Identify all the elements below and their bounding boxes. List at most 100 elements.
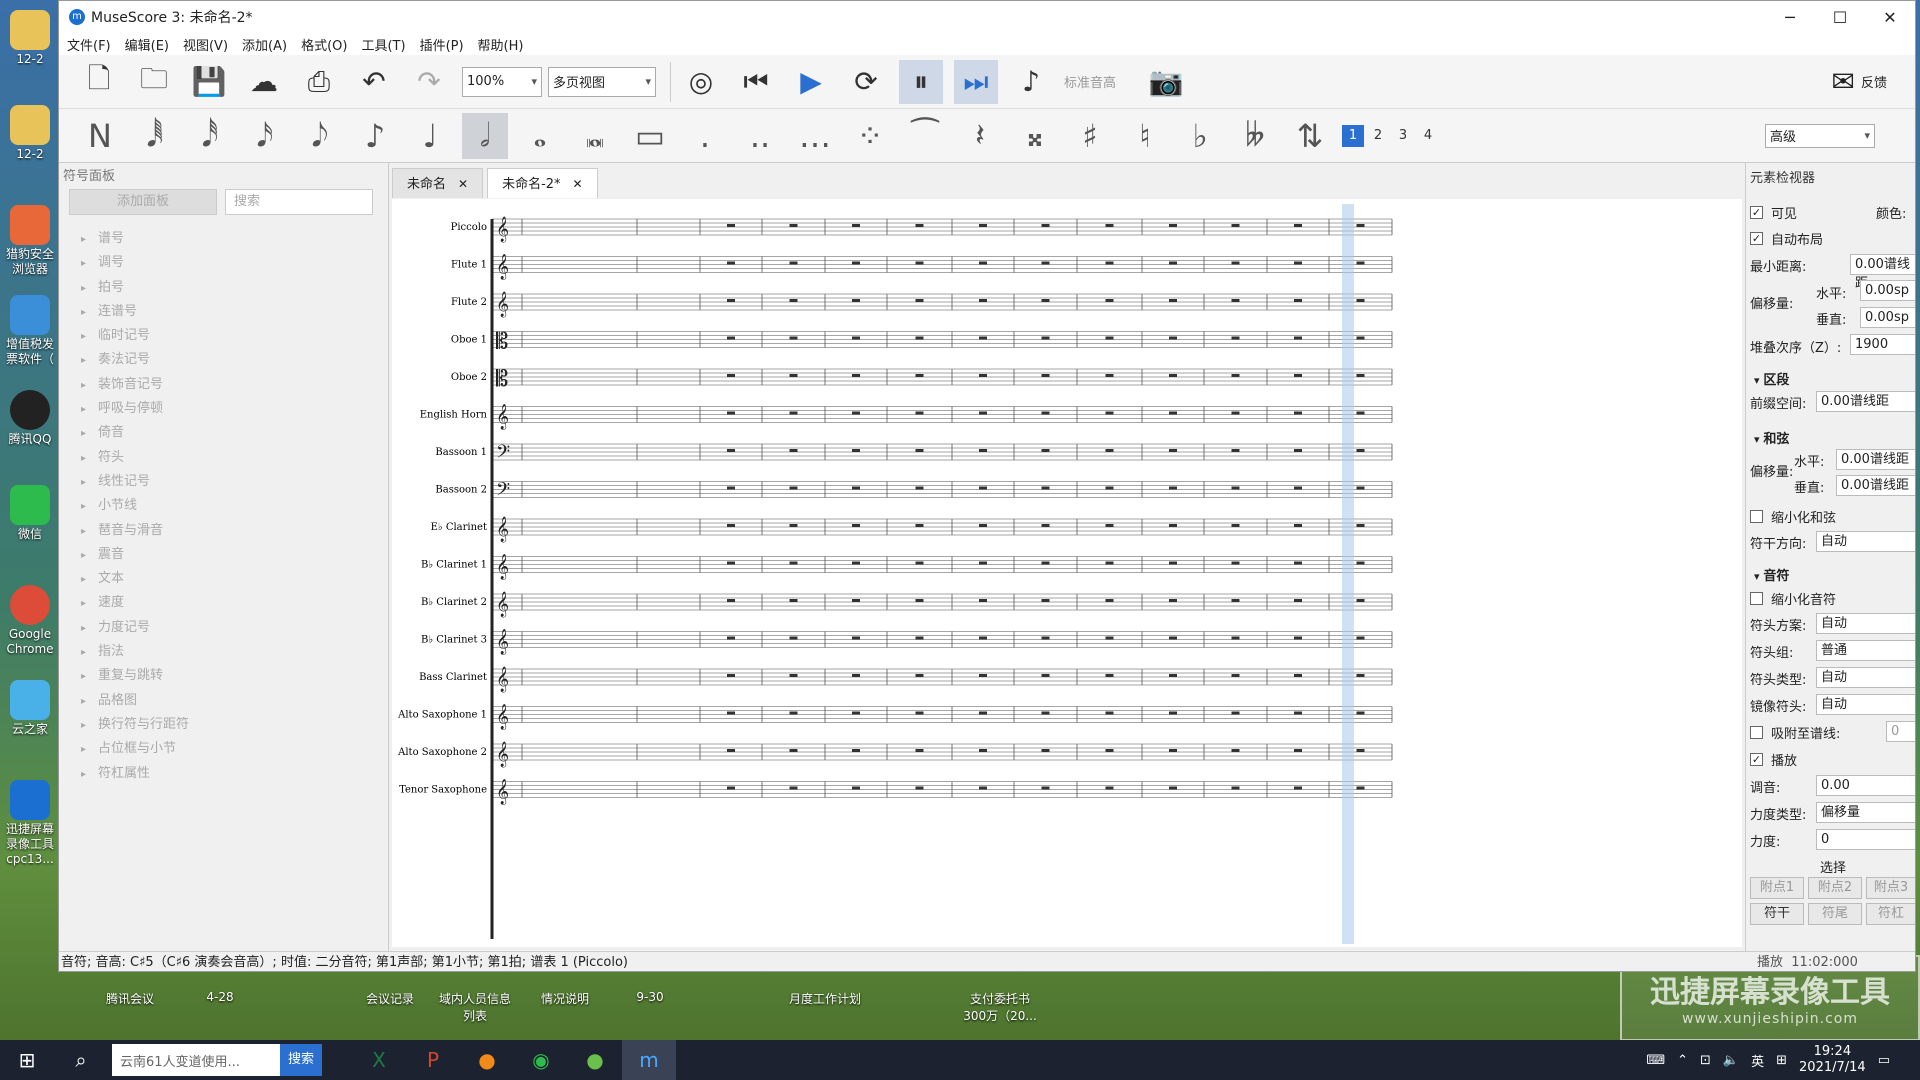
desktop-icon-folder[interactable]: 12-2 [4,105,56,162]
musescore-taskbar-icon[interactable]: m [622,1040,676,1080]
select-hook-button[interactable]: 符尾 [1808,903,1862,925]
palette-item[interactable]: 临时记号 [81,324,388,348]
palette-item[interactable]: 换行符与行距符 [81,713,388,737]
tuning-field[interactable]: 0.00 [1816,775,1915,796]
palette-item[interactable]: 线性记号 [81,470,388,494]
fix-to-line-checkbox[interactable]: 吸附至谱线: [1750,723,1840,742]
voice-4-button[interactable]: 4 [1417,125,1439,147]
tab-untitled[interactable]: 未命名 ✕ [392,168,484,198]
menu-help[interactable]: 帮助(H) [478,35,524,54]
staff[interactable]: 𝄞 [492,216,1393,242]
select-dot2-button[interactable]: 附点2 [1808,877,1862,899]
view-mode-select[interactable]: 多页视图 [548,66,656,97]
staff[interactable]: 𝄞 [492,779,1393,805]
network-icon[interactable]: ⊡ [1700,1053,1711,1068]
flip-direction-icon[interactable]: ⇅ [1287,113,1333,159]
palette-item[interactable]: 速度 [81,591,388,615]
desktop-icon-recorder[interactable]: 迅捷屏幕录像工具cpc13... [4,780,56,867]
note-breve-icon[interactable]: 𝅜 [572,113,618,159]
palette-item[interactable]: 奏法记号 [81,348,388,372]
menu-file[interactable]: 文件(F) [67,35,111,54]
excel-icon[interactable]: X [352,1040,406,1080]
min-distance-field[interactable]: 0.00谱线距 [1850,254,1915,291]
menu-plugins[interactable]: 插件(P) [420,35,464,54]
desktop-icon-file[interactable]: 会议记录 [355,990,425,1007]
redo-icon[interactable]: ↷ [407,60,451,104]
desktop-icon-file[interactable]: 9-30 [625,990,675,1004]
instrument-name[interactable]: Bass Clarinet [419,672,487,683]
close-tab-icon[interactable]: ✕ [573,177,583,191]
auto-layout-checkbox[interactable]: ✓ 自动布局 [1750,229,1823,248]
palette-item[interactable]: 文本 [81,567,388,591]
close-tab-icon[interactable]: ✕ [458,177,468,191]
desktop-icon-browser[interactable]: 猎豹安全浏览器 [4,205,56,277]
palette-item[interactable]: 呼吸与停顿 [81,397,388,421]
palette-item[interactable]: 品格图 [81,689,388,713]
palette-item[interactable]: 连谱号 [81,300,388,324]
staff[interactable]: 𝄡 [492,330,1393,355]
small-note-checkbox[interactable]: 缩小化音符 [1750,589,1836,608]
loop-icon[interactable]: ⟳ [844,60,888,104]
zoom-select[interactable]: 100% [462,66,542,97]
select-stem-button[interactable]: 符干 [1750,903,1804,925]
double-dot-icon[interactable]: .. [737,113,783,159]
offset-v-field[interactable]: 0.00sp [1860,307,1915,328]
note-eighth-icon[interactable]: ♪ [352,113,398,159]
dot-icon[interactable]: . [682,113,728,159]
ime-indicator[interactable]: 英 [1751,1051,1764,1070]
leading-space-field[interactable]: 0.00谱线距 [1816,391,1915,412]
quad-dot-icon[interactable]: ⁘ [847,113,893,159]
desktop-icon-file[interactable]: 支付委托书300万（20... [960,990,1040,1024]
palette-item[interactable]: 指法 [81,640,388,664]
segment-section[interactable]: 区段 [1754,369,1789,388]
menu-edit[interactable]: 编辑(E) [125,35,169,54]
maximize-button[interactable]: ☐ [1815,8,1865,27]
note-longa-icon[interactable]: ▭ [627,113,673,159]
triple-dot-icon[interactable]: … [792,113,838,159]
staff[interactable]: 𝄞 [492,629,1393,655]
instrument-name[interactable]: Alto Saxophone 2 [397,747,487,758]
taskbar-search-input[interactable]: 云南61人变道使用... 搜索 [112,1044,322,1076]
browser-icon[interactable]: ● [460,1040,514,1080]
desktop-icon-cloud[interactable]: 云之家 [4,680,56,737]
staff[interactable]: 𝄞 [492,554,1393,580]
stem-direction-select[interactable]: 自动 [1816,531,1915,552]
minimize-button[interactable]: ─ [1765,8,1815,27]
palette-item[interactable]: 拍号 [81,276,388,300]
menu-add[interactable]: 添加(A) [242,35,287,54]
offset-h-field[interactable]: 0.00sp [1860,280,1915,301]
instrument-name[interactable]: English Horn [420,410,488,421]
open-folder-icon[interactable]: 🗀 [132,60,176,104]
voice-2-button[interactable]: 2 [1367,125,1389,147]
pan-score-icon[interactable]: ⏭ [954,59,998,104]
instrument-name[interactable]: E♭ Clarinet [431,522,487,533]
ime-mode-icon[interactable]: ⊞ [1776,1053,1787,1068]
wechat-icon[interactable]: ◉ [514,1040,568,1080]
palette-item[interactable]: 力度记号 [81,616,388,640]
double-sharp-icon[interactable]: 𝄪 [1012,113,1058,159]
note-quarter-icon[interactable]: ♩ [407,113,453,159]
staff[interactable]: 𝄢 [492,480,1393,505]
instrument-name[interactable]: Tenor Saxophone [399,785,487,796]
desktop-icon-file[interactable]: 域内人员信息列表 [435,990,515,1024]
undo-icon[interactable]: ↶ [352,60,396,104]
metronome-icon[interactable]: ♪ [1009,60,1053,104]
palette-item[interactable]: 调号 [81,251,388,275]
powerpoint-icon[interactable]: P [406,1040,460,1080]
chord-section[interactable]: 和弦 [1754,428,1789,447]
z-order-field[interactable]: 1900 [1850,334,1915,355]
close-button[interactable]: ✕ [1865,8,1915,27]
keyboard-icon[interactable]: ⌨ [1646,1053,1665,1068]
note-8th-icon[interactable]: 𝅘𝅥𝅮 [297,113,343,159]
head-type-select[interactable]: 自动 [1816,667,1915,688]
voice-3-button[interactable]: 3 [1392,125,1414,147]
head-scheme-select[interactable]: 自动 [1816,613,1915,634]
menu-format[interactable]: 格式(O) [301,35,347,54]
palette-item[interactable]: 小节线 [81,494,388,518]
instrument-name[interactable]: Piccolo [451,222,487,233]
notification-icon[interactable]: ▭ [1878,1053,1890,1068]
palette-item[interactable]: 琶音与滑音 [81,519,388,543]
palette-item[interactable]: 重复与跳转 [81,664,388,688]
double-flat-icon[interactable]: 𝄫 [1232,113,1278,159]
note-section[interactable]: 音符 [1754,565,1789,584]
